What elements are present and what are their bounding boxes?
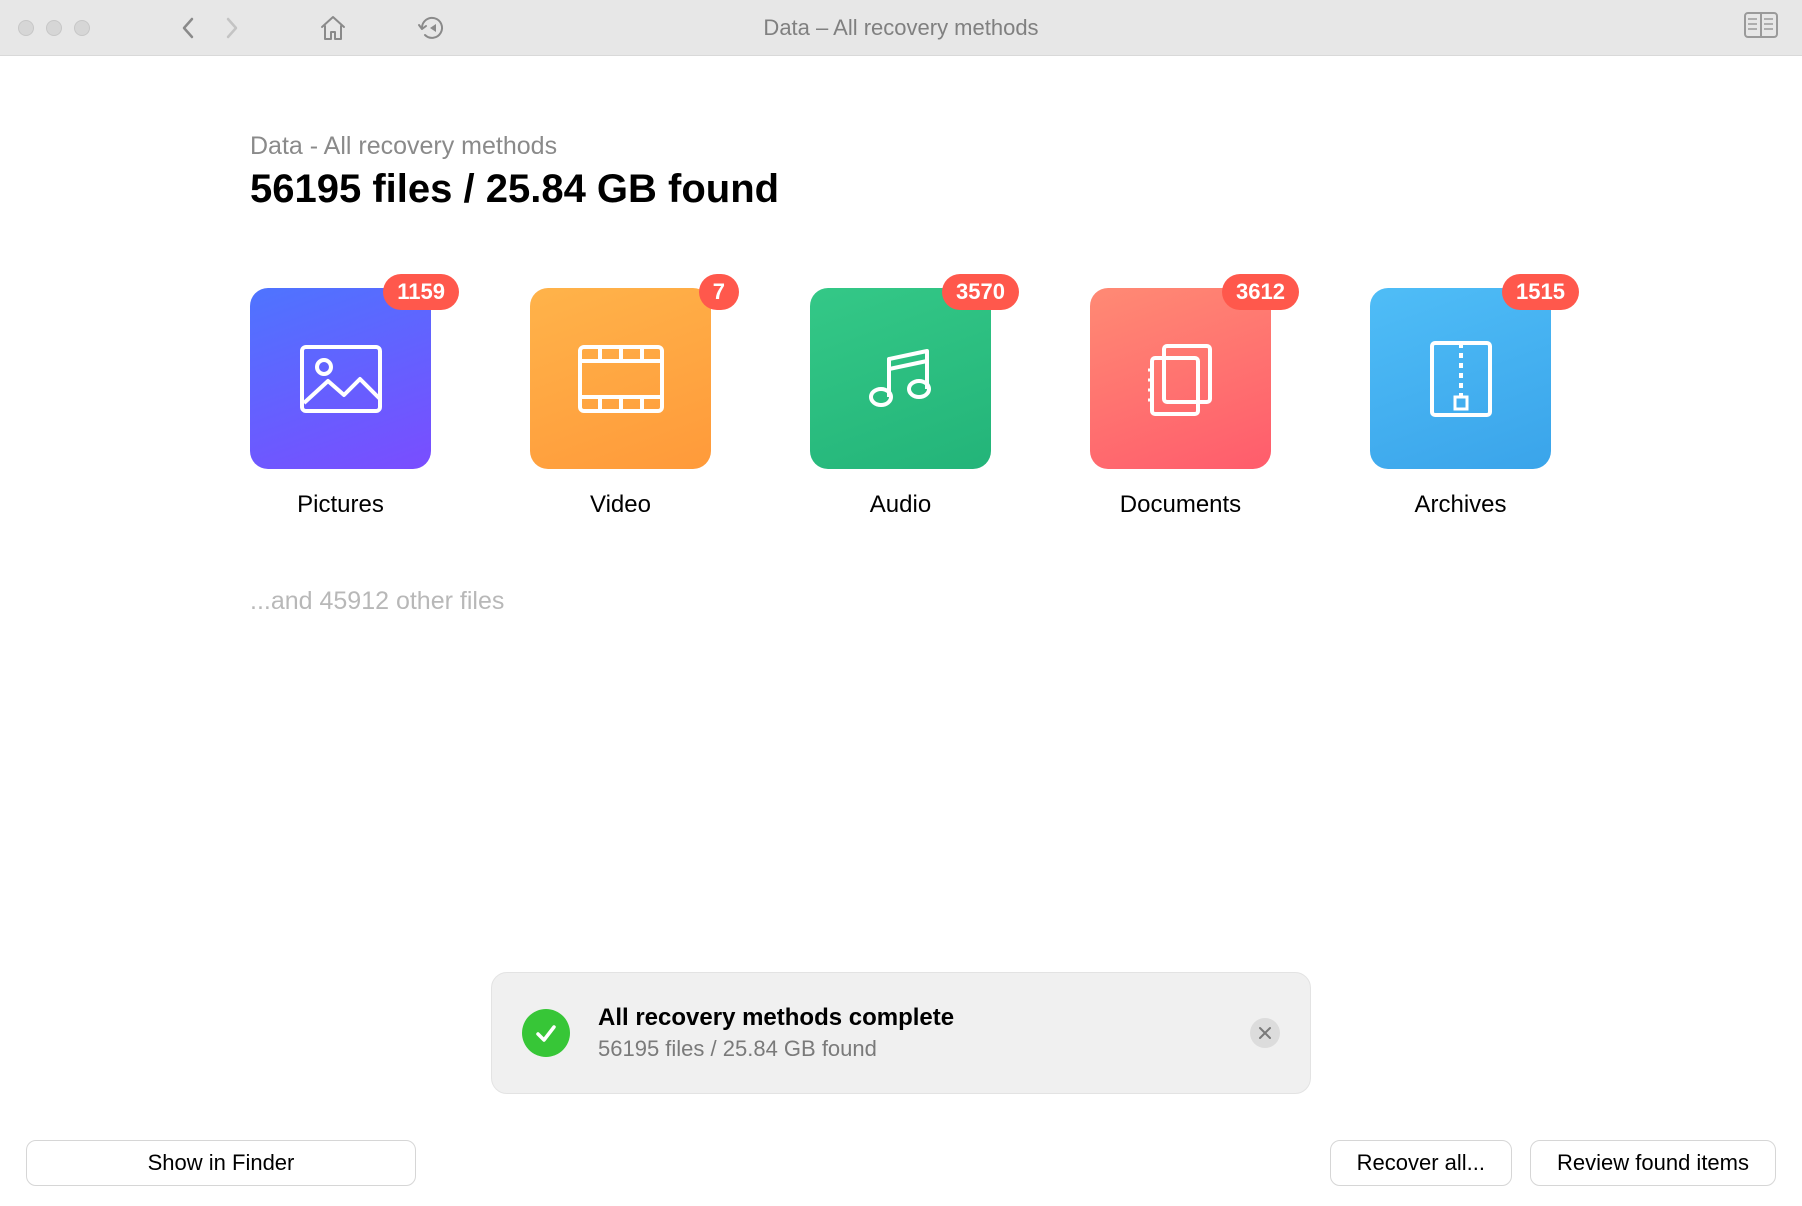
category-label: Video — [530, 491, 711, 519]
category-label: Archives — [1370, 491, 1551, 519]
badge-count: 7 — [699, 274, 739, 310]
main-content: Data - All recovery methods 56195 files … — [0, 56, 1802, 616]
checkmark-icon — [522, 1009, 570, 1057]
category-video[interactable]: 7 Video — [530, 288, 711, 519]
zoom-window-button[interactable] — [74, 20, 90, 36]
category-label: Documents — [1090, 491, 1271, 519]
toast-subtitle: 56195 files / 25.84 GB found — [598, 1036, 954, 1062]
titlebar: Data – All recovery methods — [0, 0, 1802, 56]
home-button[interactable] — [318, 14, 348, 42]
forward-button[interactable] — [224, 16, 240, 40]
history-button[interactable] — [416, 13, 448, 43]
category-audio[interactable]: 3570 Audio — [810, 288, 991, 519]
close-window-button[interactable] — [18, 20, 34, 36]
minimize-window-button[interactable] — [46, 20, 62, 36]
window-title: Data – All recovery methods — [763, 15, 1038, 41]
toast-title: All recovery methods complete — [598, 1004, 954, 1032]
archives-icon — [1370, 288, 1551, 469]
badge-count: 1159 — [383, 274, 459, 310]
scan-summary: 56195 files / 25.84 GB found — [250, 167, 1552, 212]
other-files-text: ...and 45912 other files — [250, 587, 1552, 616]
audio-icon — [810, 288, 991, 469]
window-controls — [18, 20, 90, 36]
review-found-items-button[interactable]: Review found items — [1530, 1140, 1776, 1186]
video-icon — [530, 288, 711, 469]
category-cards: 1159 Pictures 7 Video 3570 Audio 3612 — [250, 288, 1552, 519]
recover-all-button[interactable]: Recover all... — [1330, 1140, 1512, 1186]
footer: Show in Finder Recover all... Review fou… — [0, 1140, 1802, 1186]
badge-count: 3612 — [1222, 274, 1299, 310]
category-archives[interactable]: 1515 Archives — [1370, 288, 1551, 519]
breadcrumb: Data - All recovery methods — [250, 132, 1552, 161]
show-in-finder-button[interactable]: Show in Finder — [26, 1140, 416, 1186]
completion-toast: All recovery methods complete 56195 file… — [491, 972, 1311, 1094]
category-label: Pictures — [250, 491, 431, 519]
badge-count: 3570 — [942, 274, 1019, 310]
category-documents[interactable]: 3612 Documents — [1090, 288, 1271, 519]
category-pictures[interactable]: 1159 Pictures — [250, 288, 431, 519]
badge-count: 1515 — [1502, 274, 1579, 310]
back-button[interactable] — [180, 16, 196, 40]
pictures-icon — [250, 288, 431, 469]
panel-toggle-button[interactable] — [1744, 25, 1778, 42]
documents-icon — [1090, 288, 1271, 469]
category-label: Audio — [810, 491, 991, 519]
toast-close-button[interactable] — [1250, 1018, 1280, 1048]
